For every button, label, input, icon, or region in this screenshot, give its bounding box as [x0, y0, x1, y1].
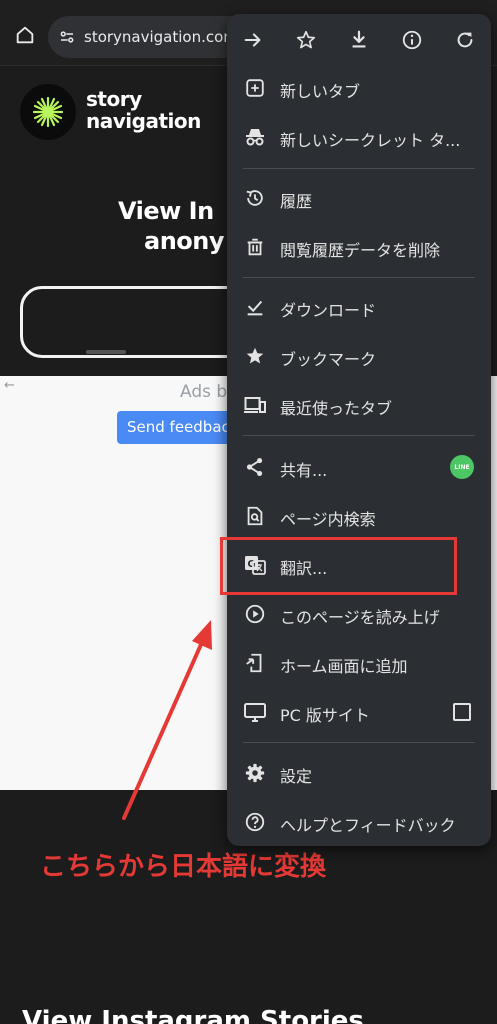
download-button[interactable] — [333, 14, 386, 66]
menu-item-label: 閲覧履歴データを削除 — [280, 241, 441, 260]
menu-item-share[interactable]: 共有... LINE — [227, 445, 491, 489]
site-logo-text[interactable]: story navigation — [86, 88, 201, 132]
line-app-icon[interactable]: LINE — [450, 455, 474, 479]
annotation-caption: こちらから日本語に変換 — [40, 852, 327, 882]
ad-back-arrow-icon[interactable]: ← — [4, 378, 15, 393]
history-icon — [243, 186, 267, 210]
download-icon — [352, 30, 366, 48]
hero-line-2: anony — [144, 227, 225, 255]
menu-item-recent-tabs[interactable]: 最近使ったタブ — [227, 383, 491, 427]
home-icon — [16, 26, 34, 44]
help-icon — [243, 810, 267, 834]
hero-heading: View In anony — [118, 196, 225, 256]
home-button[interactable] — [10, 20, 40, 50]
desktop-icon — [243, 700, 267, 724]
star-icon — [243, 344, 267, 368]
site-settings-icon[interactable] — [58, 28, 76, 46]
menu-item-label: PC 版サイト — [280, 706, 370, 725]
translate-highlight-box — [220, 537, 457, 595]
menu-divider — [243, 168, 475, 169]
menu-item-clear-browsing-data[interactable]: 閲覧履歴データを削除 — [227, 225, 491, 269]
logo-line-1: story — [86, 87, 142, 111]
incognito-icon — [243, 125, 267, 149]
menu-item-label: ダウンロード — [280, 301, 377, 320]
play-circle-icon — [243, 602, 267, 626]
reload-icon — [457, 32, 473, 48]
page-info-button[interactable] — [385, 14, 438, 66]
menu-item-label: ホーム画面に追加 — [280, 657, 408, 676]
menu-item-label: ヘルプとフィードバック — [280, 816, 456, 835]
menu-item-bookmarks[interactable]: ブックマーク — [227, 334, 491, 378]
menu-item-new-incognito-tab[interactable]: 新しいシークレット タ... — [227, 115, 491, 159]
forward-button[interactable] — [227, 14, 280, 66]
find-in-page-icon — [243, 504, 267, 528]
bookmark-button[interactable] — [280, 14, 333, 66]
menu-item-add-to-home-screen[interactable]: ホーム画面に追加 — [227, 641, 491, 685]
hero-line-1: View In — [118, 197, 214, 225]
menu-item-label: 履歴 — [280, 192, 313, 211]
site-logo[interactable] — [20, 84, 76, 140]
new-tab-icon — [243, 76, 267, 100]
menu-item-history[interactable]: 履歴 — [227, 176, 491, 220]
scroll-handle — [86, 350, 126, 354]
desktop-site-checkbox[interactable] — [453, 703, 471, 721]
menu-item-label: 最近使ったタブ — [280, 399, 393, 418]
page-info-icon — [402, 30, 421, 50]
share-icon — [243, 455, 267, 479]
reload-button[interactable] — [438, 14, 491, 66]
menu-item-read-aloud[interactable]: このページを読み上げ — [227, 592, 491, 636]
menu-item-label: ページ内検索 — [280, 510, 376, 529]
menu-item-settings[interactable]: 設定 — [227, 751, 491, 795]
menu-item-label: 設定 — [280, 767, 313, 786]
downloads-icon — [243, 295, 267, 319]
browser-overflow-menu: 新しいタブ 新しいシークレット タ... 履歴 閲覧履歴データを削除 ダウンロー… — [227, 14, 491, 846]
menu-item-help-and-feedback[interactable]: ヘルプとフィードバック — [227, 800, 491, 844]
menu-divider — [243, 435, 475, 436]
menu-item-label: このページを読み上げ — [280, 608, 440, 627]
menu-item-desktop-site[interactable]: PC 版サイト — [227, 690, 491, 734]
menu-item-label: 共有... — [280, 461, 328, 480]
menu-toolbar — [227, 14, 491, 66]
section-heading: View Instagram Stories — [22, 1006, 364, 1024]
menu-divider — [243, 277, 475, 278]
settings-gear-icon — [243, 761, 267, 785]
menu-item-label: 新しいタブ — [280, 82, 361, 101]
forward-arrow-icon — [245, 33, 261, 47]
starburst-logo-icon — [32, 96, 64, 128]
logo-line-2: navigation — [86, 109, 201, 133]
menu-item-label: ブックマーク — [280, 350, 377, 369]
menu-item-new-tab[interactable]: 新しいタブ — [227, 66, 491, 110]
menu-divider — [243, 742, 475, 743]
menu-item-label: 新しいシークレット タ... — [280, 131, 461, 150]
url-text: storynavigation.com — [84, 28, 238, 46]
add-to-home-icon — [243, 651, 267, 675]
bookmark-star-icon — [297, 30, 316, 49]
line-badge-label: LINE — [454, 463, 470, 471]
ads-by-label: Ads b — [180, 382, 228, 402]
menu-item-find-in-page[interactable]: ページ内検索 — [227, 494, 491, 538]
trash-icon — [243, 235, 267, 259]
menu-item-downloads[interactable]: ダウンロード — [227, 285, 491, 329]
recent-tabs-icon — [243, 393, 267, 417]
